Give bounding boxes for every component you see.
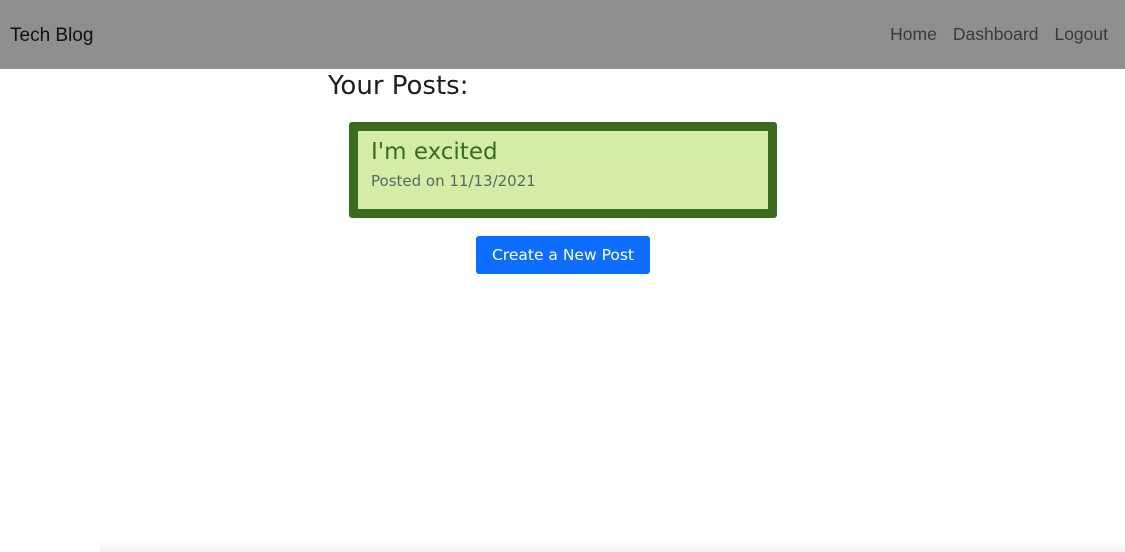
nav-link-logout[interactable]: Logout xyxy=(1038,22,1108,46)
page-bottom-shadow xyxy=(100,540,1125,552)
nav-links: Home Dashboard Logout xyxy=(890,22,1108,46)
site-brand[interactable]: Tech Blog xyxy=(10,24,93,48)
create-new-post-button[interactable]: Create a New Post xyxy=(476,236,650,274)
post-title[interactable]: I'm excited xyxy=(371,137,498,167)
navbar: Tech Blog Home Dashboard Logout xyxy=(0,0,1125,69)
nav-link-dashboard[interactable]: Dashboard xyxy=(937,22,1039,46)
page-title: Your Posts: xyxy=(328,71,469,101)
post-date: Posted on 11/13/2021 xyxy=(371,172,536,190)
post-card[interactable]: I'm excited Posted on 11/13/2021 xyxy=(349,122,777,218)
nav-link-home[interactable]: Home xyxy=(890,22,937,46)
